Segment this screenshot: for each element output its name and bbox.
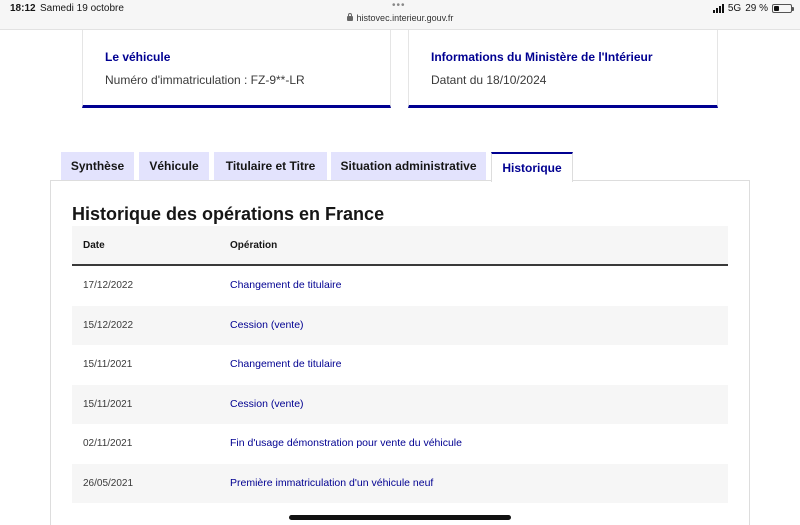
ministry-data-date: Datant du 18/10/2024 (431, 73, 547, 87)
home-indicator[interactable] (289, 515, 511, 520)
column-header-operation: Opération (230, 240, 278, 251)
table-row: 15/11/2021 Cession (vente) (72, 384, 728, 424)
url-text: histovec.interieur.gouv.fr (356, 13, 454, 23)
row-date: 02/11/2021 (83, 438, 133, 449)
tab-titulaire-titre[interactable]: Titulaire et Titre (214, 152, 327, 180)
url-bar[interactable]: histovec.interieur.gouv.fr (0, 13, 800, 23)
row-operation: Changement de titulaire (230, 279, 342, 291)
row-operation: Première immatriculation d'un véhicule n… (230, 476, 434, 489)
vehicle-card: Le véhicule Numéro d'immatriculation : F… (82, 30, 391, 108)
table-header: Date Opération (72, 226, 728, 266)
row-date: 15/11/2021 (83, 398, 133, 410)
history-table: Date Opération 17/12/2022 Changement de … (72, 226, 728, 503)
tab-vehicule[interactable]: Véhicule (139, 152, 209, 180)
tab-situation-administrative[interactable]: Situation administrative (331, 152, 486, 180)
registration-number: Numéro d'immatriculation : FZ-9**-LR (105, 73, 305, 87)
vehicle-card-title: Le véhicule (105, 50, 171, 64)
table-row: 15/12/2022 Cession (vente) (72, 305, 728, 345)
column-header-date: Date (83, 240, 105, 251)
ministry-card-title: Informations du Ministère de l'Intérieur (431, 50, 653, 64)
tab-historique[interactable]: Historique (491, 152, 573, 182)
row-operation: Cession (vente) (230, 318, 304, 331)
ministry-card: Informations du Ministère de l'Intérieur… (408, 30, 718, 108)
multitasking-dots-icon[interactable]: ••• (392, 0, 406, 11)
row-date: 15/12/2022 (83, 319, 134, 331)
table-row: 26/05/2021 Première immatriculation d'un… (72, 463, 728, 503)
lock-icon (346, 13, 353, 21)
table-row: 15/11/2021 Changement de titulaire (72, 345, 728, 385)
row-date: 17/12/2022 (83, 280, 134, 291)
row-operation: Changement de titulaire (230, 358, 342, 370)
table-row: 02/11/2021 Fin d'usage démonstration pou… (72, 424, 728, 464)
cellular-signal-icon (712, 4, 724, 13)
row-operation: Fin d'usage démonstration pour vente du … (230, 437, 462, 449)
row-date: 15/11/2021 (83, 359, 133, 370)
table-row: 17/12/2022 Changement de titulaire (72, 266, 728, 306)
row-date: 26/05/2021 (83, 477, 134, 489)
battery-icon (772, 4, 794, 13)
history-title: Historique des opérations en France (72, 204, 385, 224)
tab-synthese[interactable]: Synthèse (61, 152, 134, 180)
row-operation: Cession (vente) (230, 397, 304, 410)
battery-fill (774, 6, 779, 11)
